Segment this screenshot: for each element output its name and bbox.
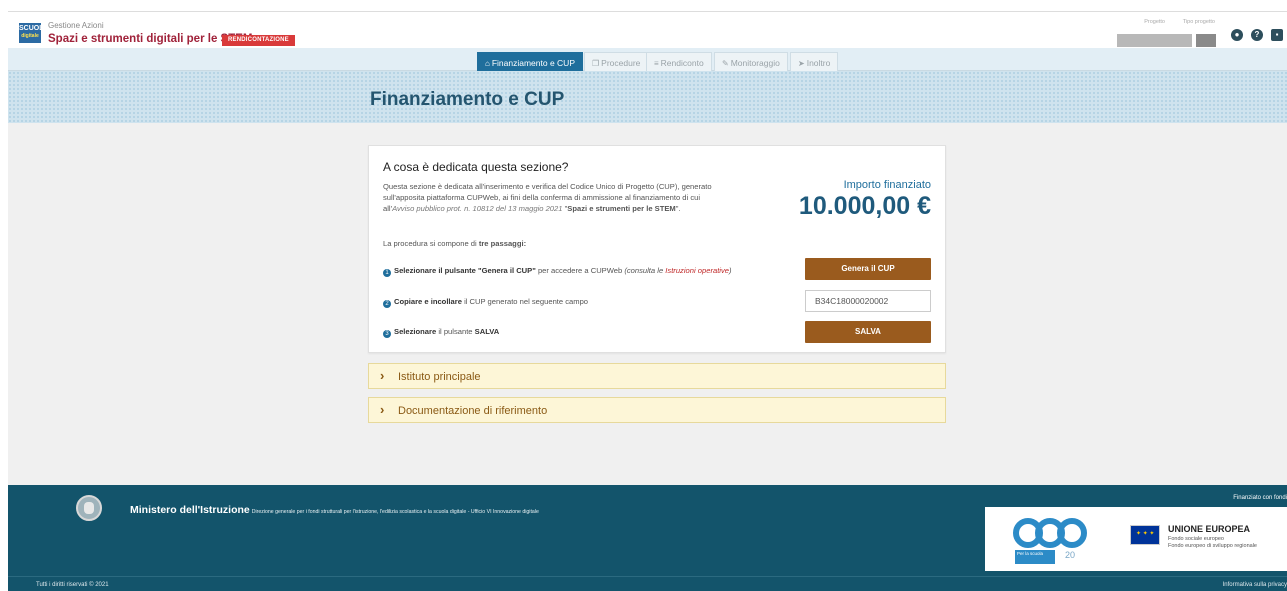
step-number: 3: [383, 330, 391, 338]
tab-monitoraggio[interactable]: ✎ Monitoraggio: [714, 52, 788, 72]
ministry-title: Ministero dell'Istruzione: [130, 504, 250, 516]
step-2: 2 Copiare e incollare il CUP generato nel…: [383, 297, 588, 308]
amount-label: Importo finanziato: [843, 179, 931, 191]
pon-logo: Per la scuola 20: [1013, 514, 1099, 564]
page-banner: Finanziamento e CUP: [8, 71, 1287, 123]
steps-intro-text: La procedura si compone di: [383, 239, 479, 248]
tab-label: Finanziamento e CUP: [491, 58, 575, 68]
pon-years: 20: [1065, 550, 1076, 560]
tab-label: Monitoraggio: [730, 58, 780, 68]
eu-fund-line: Fondo sociale europeo: [1168, 536, 1224, 542]
step-text: il CUP generato nel seguente campo: [461, 297, 589, 306]
accordion-documentazione[interactable]: › Documentazione di riferimento: [368, 397, 946, 423]
logo-subtext: digitale: [21, 33, 39, 39]
step-italic-end: ): [729, 266, 732, 275]
ministry-subtitle: Direzione generale per i fondi struttura…: [251, 509, 539, 515]
tab-inoltro[interactable]: ➤ Inoltro: [790, 52, 839, 72]
footer-divider: [8, 576, 1287, 577]
chevron-right-icon: ›: [380, 402, 385, 417]
cup-input[interactable]: [805, 290, 931, 312]
step-bold: Selezionare: [394, 327, 437, 336]
instructions-link[interactable]: Istruzioni operative: [665, 266, 729, 275]
app-subtitle: Gestione Azioni: [48, 21, 104, 30]
tab-label: Inoltro: [806, 58, 831, 68]
tab-rendiconto[interactable]: ≡ Rendiconto: [646, 52, 712, 72]
section-nav: ⌂ Finanziamento e CUP ❐ Procedure ≡ Rendico…: [8, 48, 1287, 72]
save-button[interactable]: SALVA: [805, 321, 931, 343]
home-icon: ⌂: [485, 59, 490, 68]
list-icon: ≡: [654, 59, 659, 68]
eu-fund-line: Fondo europeo di sviluppo regionale: [1168, 543, 1257, 549]
app-header: SCUOLA digitale Gestione Azioni Spazi e …: [8, 11, 1287, 48]
steps-intro-bold: tre passaggi:: [478, 239, 527, 248]
main-content: A cosa è dedicata questa sezione? Questa…: [8, 123, 1287, 485]
eu-title: UNIONE EUROPEA: [1168, 524, 1251, 534]
accordion-istituto-principale[interactable]: › Istituto principale: [368, 363, 946, 389]
cup-card: A cosa è dedicata questa sezione? Questa…: [368, 145, 946, 353]
tab-label: Rendiconto: [660, 58, 704, 68]
step-text: per accedere a CUPWeb: [535, 266, 625, 275]
project-label: Progetto: [1144, 19, 1165, 25]
edit-icon: ✎: [722, 59, 729, 68]
tab-procedure[interactable]: ❐ Procedure: [584, 52, 649, 72]
help-icon[interactable]: ?: [1251, 29, 1263, 41]
step-1: 1 Selezionare il pulsante "Genera il CUP"…: [383, 266, 732, 277]
chevron-right-icon: ›: [380, 368, 385, 383]
step-bold: Selezionare il pulsante "Genera il CUP": [394, 266, 536, 275]
copy-icon: ❐: [592, 59, 600, 68]
eu-funds: Fondo sociale europeo Fondo europeo di s…: [1168, 536, 1257, 550]
steps-intro: La procedura si compone di tre passaggi:: [383, 239, 526, 248]
notification-icon[interactable]: ▪: [1271, 29, 1283, 41]
logo-text: SCUOLA: [19, 25, 49, 32]
project-type-value: [1196, 34, 1216, 47]
tab-finanziamento-cup[interactable]: ⌂ Finanziamento e CUP: [477, 52, 583, 72]
step-bold: Copiare e incollare: [394, 297, 462, 306]
step-number: 2: [383, 300, 391, 308]
user-icon[interactable]: ●: [1231, 29, 1243, 41]
tab-label: Procedure: [601, 58, 641, 68]
pon-circle-icon: [1057, 518, 1087, 548]
section-description: Questa sezione è dedicata all'inseriment…: [383, 181, 723, 214]
top-strip: [0, 0, 1287, 11]
step-number: 1: [383, 269, 391, 277]
amount-value: 10.000,00 €: [798, 192, 931, 220]
section-heading: A cosa è dedicata questa sezione?: [383, 160, 569, 174]
desc-bold: Spazi e strumenti per le STEM: [567, 204, 676, 213]
generate-cup-button[interactable]: Genera il CUP: [805, 258, 931, 280]
step-text: il pulsante: [436, 327, 475, 336]
step-italic: (consulta le: [624, 266, 666, 275]
step-3: 3 Selezionare il pulsante SALVA: [383, 327, 499, 338]
project-value: [1117, 34, 1192, 47]
eu-flag-icon: [1130, 525, 1160, 545]
desc-italic: Avviso pubblico prot. n. 10812 del 13 ma…: [392, 204, 563, 213]
privacy-link[interactable]: Informativa sulla privacy: [1223, 582, 1287, 588]
scuola-digitale-logo[interactable]: SCUOLA digitale: [19, 23, 49, 43]
pon-caption: Per la scuola: [1015, 550, 1055, 564]
send-icon: ➤: [798, 59, 805, 68]
status-badge: RENDICONTAZIONE: [222, 35, 295, 46]
desc-end: ".: [675, 204, 681, 213]
copyright: Tutti i diritti riservati © 2021: [36, 582, 109, 588]
ministry-name: Ministero dell'Istruzione Direzione gener…: [130, 504, 539, 516]
republic-emblem-icon: [76, 495, 102, 521]
funded-label: Finanziato con fondi: [1233, 495, 1287, 501]
page-title: Finanziamento e CUP: [370, 89, 565, 110]
project-type-label: Tipo progetto: [1182, 19, 1215, 25]
site-footer: Ministero dell'Istruzione Direzione gener…: [8, 485, 1287, 591]
accordion-label: Istituto principale: [398, 371, 481, 383]
step-bold-2: SALVA: [474, 327, 500, 336]
funding-logos: Per la scuola 20 UNIONE EUROPEA Fondo so…: [985, 507, 1287, 571]
accordion-label: Documentazione di riferimento: [398, 405, 548, 417]
